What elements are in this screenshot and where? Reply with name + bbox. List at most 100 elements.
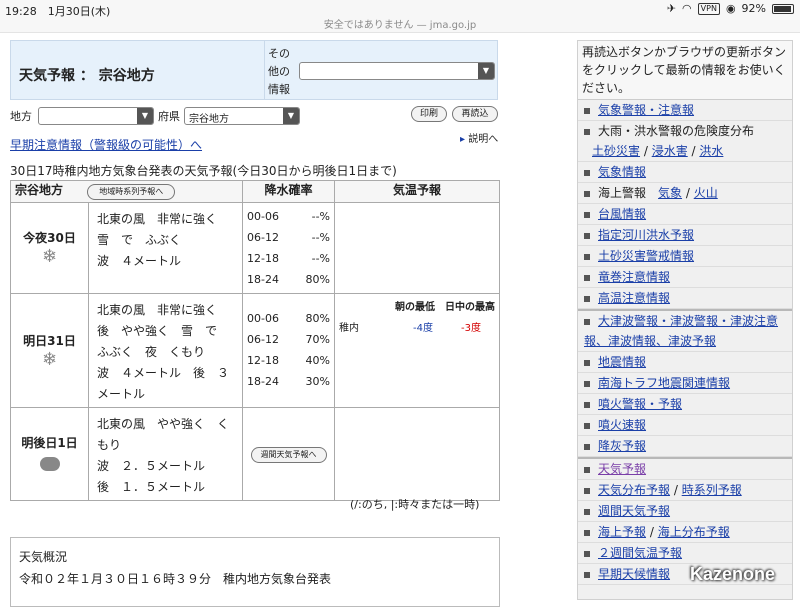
snow-icon: ❄: [41, 246, 58, 267]
bullet-icon: [584, 359, 590, 366]
sidebar-item-typhoon[interactable]: 台風情報: [578, 204, 792, 225]
day-cell: 明後日1日: [10, 407, 89, 501]
summary-box: 天気概況 令和０２年１月３０日１６時３９分 稚内地方気象台発表: [10, 537, 500, 607]
bullet-icon: [584, 443, 590, 450]
table-row: 明後日1日 北東の風 やや強く く もり 波 ２．５メートル 後 １．５メートル…: [10, 407, 500, 501]
pref-select[interactable]: 宗谷地方 ▼: [184, 107, 300, 125]
bullet-icon: [584, 295, 590, 302]
divider: [264, 41, 265, 99]
pref-label: 府県: [158, 110, 180, 123]
temp-cell: [334, 202, 500, 294]
snow-icon: ❄: [41, 348, 58, 370]
region-label: 地方: [10, 110, 32, 123]
bullet-icon: [584, 422, 590, 429]
pop-header: 降水確率: [242, 180, 335, 203]
temp-header: 気温予報: [334, 180, 500, 203]
bullet-icon: [584, 466, 590, 473]
sidebar-item-earthquake[interactable]: 地震情報: [578, 352, 792, 373]
link-landslide[interactable]: 土砂災害: [592, 144, 640, 158]
pop-cell: 00-06 --% 06-12 --% 12-18 --% 18-24 80%: [242, 202, 335, 294]
sidebar-item-landslide-alert[interactable]: 土砂災害警戒情報: [578, 246, 792, 267]
sidebar-item-warnings[interactable]: 気象警報・注意報: [578, 100, 792, 121]
bullet-icon: [584, 128, 590, 135]
sidebar-item-forecast[interactable]: 天気予報: [578, 457, 792, 480]
sidebar-item-nankai[interactable]: 南海トラフ地震関連情報: [578, 373, 792, 394]
page-title: 天気予報 ： 宗谷地方: [19, 68, 155, 84]
sidebar-item-eruption-warning[interactable]: 噴火警報・予報: [578, 394, 792, 415]
table-row: 明日31日 ❄ 北東の風 非常に強く 後 やや強く 雪 で ふぶく 夜 くもり …: [10, 293, 500, 408]
sidebar-notice: 再読込ボタンかブラウザの更新ボタンをクリックして最新の情報をお使いください。: [578, 41, 792, 100]
bullet-icon: [584, 571, 590, 578]
bullet-icon: [584, 107, 590, 114]
battery-percent: 92%: [741, 2, 766, 15]
bullet-icon: [584, 318, 590, 325]
bullet-icon: [584, 169, 590, 176]
other-info-label: その他の情報: [268, 47, 290, 96]
bullet-icon: [584, 253, 590, 260]
series-forecast-button[interactable]: 地域時系列予報へ: [87, 184, 176, 200]
area-header: 宗谷地方 地域時系列予報へ: [10, 180, 243, 203]
bullet-icon: [584, 274, 590, 281]
pop-cell: 00-06 80% 06-12 70% 12-18 40% 18-24 30%: [242, 293, 335, 408]
reload-button[interactable]: 再読込: [452, 106, 498, 122]
chevron-down-icon: ▼: [137, 108, 153, 124]
chevron-down-icon: ▼: [283, 108, 299, 124]
explain-link[interactable]: ▸ 説明へ: [460, 130, 498, 145]
airplane-icon: ✈: [666, 2, 677, 15]
temp-max: -3度: [461, 323, 481, 334]
lock-rotation-icon: ◉: [725, 2, 736, 15]
link-flood[interactable]: 洪水: [699, 144, 723, 158]
early-warning-link[interactable]: 早期注意情報（警報級の可能性）へ: [10, 136, 202, 153]
sidebar-item-eruption-flash[interactable]: 噴火速報: [578, 415, 792, 436]
forecast-table: 宗谷地方 地域時系列予報へ 降水確率 気温予報 今夜30日 ❄ 北東の風 非常に…: [10, 180, 500, 501]
table-row: 今夜30日 ❄ 北東の風 非常に強く 雪 で ふぶく 波 ４メートル 00-06…: [10, 202, 500, 294]
cloud-icon: [39, 457, 60, 471]
chevron-down-icon: ▼: [478, 63, 494, 79]
battery-icon: [772, 3, 794, 14]
other-info-select[interactable]: ▼: [299, 62, 495, 80]
pop-cell: 週間天気予報へ: [242, 407, 335, 501]
sidebar-item-river-flood[interactable]: 指定河川洪水予報: [578, 225, 792, 246]
sidebar-item-weather-info[interactable]: 気象情報: [578, 162, 792, 183]
sidebar-item-2week-temp[interactable]: ２週間気温予報: [578, 543, 792, 564]
temp-cell: 朝の最低 日中の最高 稚内 -4度 -3度: [334, 293, 500, 408]
status-icons: ✈ ◠ VPN ◉ 92%: [667, 2, 794, 15]
sidebar-item-risk-map: 大雨・洪水警報の危険度分布 土砂災害 / 浸水害 / 洪水: [578, 121, 792, 162]
bullet-icon: [584, 487, 590, 494]
bullet-icon: [584, 380, 590, 387]
sidebar-item-heat[interactable]: 高温注意情報: [578, 288, 792, 309]
url-bar[interactable]: 安全ではありません — jma.go.jp: [0, 16, 800, 31]
weekly-forecast-button[interactable]: 週間天気予報へ: [250, 446, 327, 463]
sidebar-item-marine-warning: 海上警報 気象 / 火山: [578, 183, 792, 204]
status-bar: 19:28 1月30日(木) 安全ではありません — jma.go.jp ✈ ◠…: [0, 0, 800, 33]
watermark-logo: Kazenone: [690, 564, 776, 584]
weather-cell: 北東の風 やや強く く もり 波 ２．５メートル 後 １．５メートル: [88, 407, 243, 501]
issued-text: 30日17時稚内地方気象台発表の天気予報(今日30日から明後日1日まで): [10, 164, 397, 178]
temp-min: -4度: [413, 323, 433, 334]
bullet-icon: [584, 529, 590, 536]
bullet-icon: [584, 190, 590, 197]
print-button[interactable]: 印刷: [411, 106, 447, 122]
day-cell: 明日31日 ❄: [10, 293, 89, 408]
bullet-icon: [584, 508, 590, 515]
wifi-icon: ◠: [682, 2, 692, 15]
sidebar-item-ashfall[interactable]: 降灰予報: [578, 436, 792, 457]
bullet-icon: [584, 211, 590, 218]
sidebar-item-distribution: 天気分布予報 / 時系列予報: [578, 480, 792, 501]
sidebar-item-tsunami[interactable]: 大津波警報・津波警報・津波注意報、津波情報、津波予報: [578, 309, 792, 352]
vpn-icon: VPN: [697, 2, 720, 15]
summary-line: 令和０２年１月３０日１６時３９分 稚内地方気象台発表: [19, 572, 332, 586]
temp-city: 稚内: [339, 323, 359, 334]
title-box: 天気予報 ： 宗谷地方 その他の情報 ▼: [10, 40, 498, 100]
link-inundation[interactable]: 浸水害: [652, 144, 688, 158]
bullet-icon: [584, 550, 590, 557]
sidebar-item-weekly[interactable]: 週間天気予報: [578, 501, 792, 522]
bullet-icon: [584, 401, 590, 408]
region-select[interactable]: ▼: [38, 107, 154, 125]
bullet-icon: [584, 232, 590, 239]
footnote: (/:のち, |:時々または一時): [350, 498, 480, 511]
weather-cell: 北東の風 非常に強く 雪 で ふぶく 波 ４メートル: [88, 202, 243, 294]
sidebar-item-tornado[interactable]: 竜巻注意情報: [578, 267, 792, 288]
sidebar-item-marine-forecast: 海上予報 / 海上分布予報: [578, 522, 792, 543]
temp-cell: [334, 407, 500, 501]
